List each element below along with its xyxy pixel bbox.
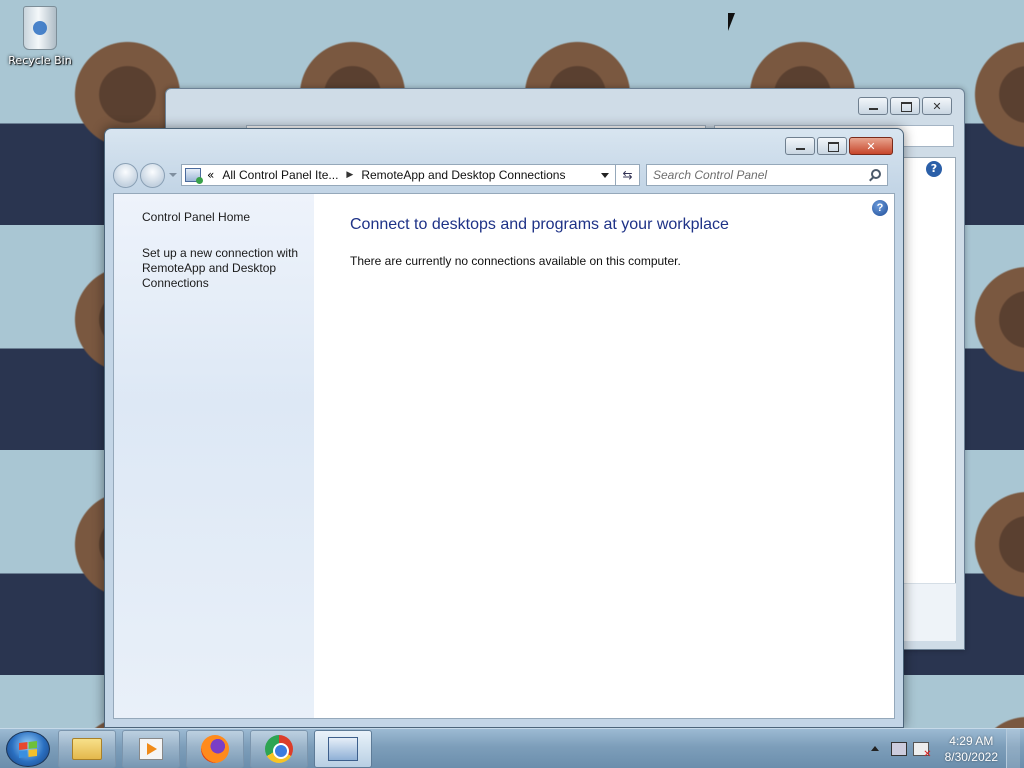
help-icon[interactable]: ? [872, 200, 888, 216]
breadcrumb-current[interactable]: RemoteApp and Desktop Connections [361, 168, 565, 182]
taskbar-firefox[interactable] [186, 729, 244, 768]
minimize-button[interactable] [785, 137, 815, 155]
action-center-flag-icon[interactable] [912, 741, 932, 760]
control-panel-home-link[interactable]: Control Panel Home [142, 210, 307, 225]
breadcrumb-all-control-panel-items[interactable]: All Control Panel Ite... [222, 168, 338, 182]
page-title: Connect to desktops and programs at your… [350, 216, 729, 233]
taskbar-control-panel[interactable] [314, 729, 372, 768]
window-client-area: Control Panel Home Set up a new connecti… [113, 193, 895, 719]
taskbar: 4:29 AM 8/30/2022 [0, 728, 1024, 768]
forward-button[interactable] [140, 162, 165, 188]
close-button[interactable] [849, 137, 893, 155]
search-icon[interactable] [871, 169, 881, 179]
navigation-bar: « All Control Panel Ite... ▶ RemoteApp a… [113, 162, 895, 188]
start-button[interactable] [6, 730, 50, 767]
window-caption-buttons [785, 137, 893, 155]
clock-time: 4:29 AM [949, 733, 994, 748]
breadcrumb-separator-icon[interactable]: ▶ [346, 170, 353, 180]
recycle-bin-icon [23, 6, 57, 50]
search-input[interactable]: Search Control Panel [646, 164, 888, 186]
mouse-cursor-icon [728, 13, 735, 31]
status-message: There are currently no connections avail… [350, 254, 681, 268]
help-icon[interactable]: ? [926, 161, 942, 177]
recent-pages-dropdown[interactable] [169, 173, 177, 177]
recycle-bin-label: Recycle Bin [8, 54, 72, 67]
maximize-button[interactable] [890, 97, 920, 115]
close-button[interactable] [922, 97, 952, 115]
notification-area: 4:29 AM 8/30/2022 [870, 728, 1024, 768]
folder-icon [72, 737, 102, 760]
address-dropdown-icon[interactable] [601, 173, 609, 178]
taskbar-media-player[interactable] [122, 729, 180, 768]
show-hidden-icons-icon[interactable] [870, 746, 879, 751]
control-panel-icon [328, 736, 358, 761]
taskbar-windows-explorer[interactable] [58, 729, 116, 768]
firefox-icon [201, 734, 229, 763]
clock[interactable]: 4:29 AM 8/30/2022 [945, 733, 998, 765]
address-bar[interactable]: « All Control Panel Ite... ▶ RemoteApp a… [181, 164, 616, 186]
minimize-button[interactable] [858, 97, 888, 115]
chrome-icon [265, 734, 293, 763]
control-panel-icon [185, 168, 203, 184]
media-player-icon [139, 737, 163, 760]
search-placeholder: Search Control Panel [653, 168, 768, 182]
show-desktop-button[interactable] [1006, 728, 1020, 768]
remoteapp-control-panel-window[interactable]: « All Control Panel Ite... ▶ RemoteApp a… [104, 128, 904, 728]
task-pane: Control Panel Home Set up a new connecti… [114, 194, 314, 718]
main-content: Connect to desktops and programs at your… [314, 194, 894, 718]
back-button[interactable] [113, 162, 138, 188]
network-icon[interactable] [890, 741, 907, 756]
setup-new-connection-link[interactable]: Set up a new connection with RemoteApp a… [142, 246, 307, 291]
recycle-bin-desktop-icon[interactable]: Recycle Bin [6, 6, 74, 67]
breadcrumb-overflow[interactable]: « [207, 168, 214, 182]
refresh-button[interactable]: ⇆ [616, 164, 640, 186]
maximize-button[interactable] [817, 137, 847, 155]
taskbar-chrome[interactable] [250, 729, 308, 768]
clock-date: 8/30/2022 [944, 749, 998, 764]
background-window-caption-buttons [858, 97, 952, 115]
